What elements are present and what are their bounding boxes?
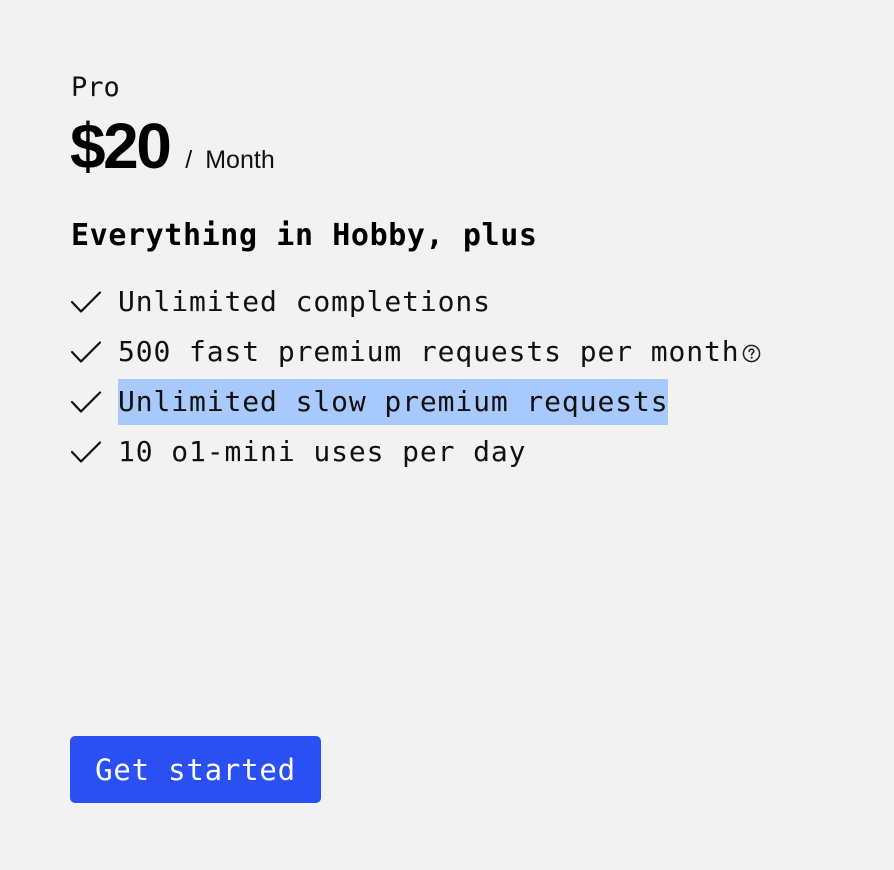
feature-item-o1-mini-uses: 10 o1-mini uses per day (70, 427, 761, 477)
plan-name: Pro (71, 72, 120, 103)
feature-item-fast-premium-requests: 500 fast premium requests per month (70, 327, 761, 377)
price-row: $20 / Month (70, 108, 275, 184)
feature-list: Unlimited completions 500 fast premium r… (70, 277, 761, 477)
feature-label: 500 fast premium requests per month (118, 335, 740, 368)
features-heading: Everything in Hobby, plus (71, 218, 538, 253)
billing-period: / Month (185, 146, 274, 175)
check-icon (70, 291, 102, 313)
feature-item-slow-premium-requests: Unlimited slow premium requests (70, 377, 761, 427)
plan-price: $20 (70, 110, 172, 182)
feature-label: Unlimited completions (118, 285, 491, 318)
get-started-button[interactable]: Get started (70, 736, 321, 803)
feature-label: 10 o1-mini uses per day (118, 435, 527, 468)
check-icon (70, 341, 102, 363)
check-icon (70, 441, 102, 463)
period-label: Month (205, 146, 275, 174)
check-icon (70, 391, 102, 413)
pricing-card-pro: Pro $20 / Month Everything in Hobby, plus… (0, 0, 894, 870)
feature-label-selected: Unlimited slow premium requests (118, 379, 669, 425)
help-circle-icon[interactable] (742, 344, 761, 363)
period-separator: / (185, 146, 193, 174)
feature-item-unlimited-completions: Unlimited completions (70, 277, 761, 327)
